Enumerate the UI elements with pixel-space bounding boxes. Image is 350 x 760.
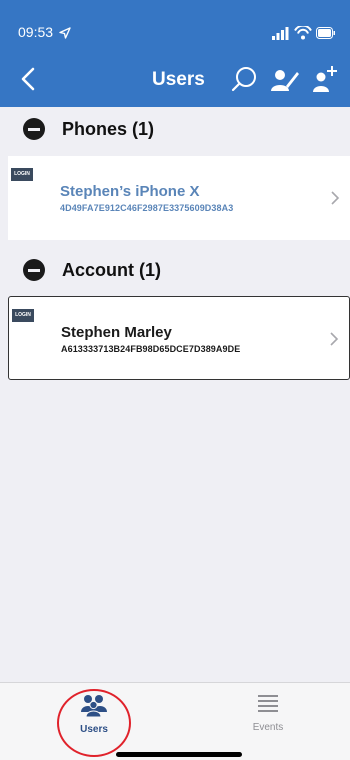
item-id: A613333713B24FB98D65DCE7D389A9DE <box>61 344 241 354</box>
section-label: Phones (1) <box>62 119 155 139</box>
wifi-icon <box>294 26 312 40</box>
tab-bar: Users Events <box>0 682 350 760</box>
collapse-minus-icon[interactable] <box>23 118 45 140</box>
login-badge: LOGIN <box>12 309 34 322</box>
status-icons <box>272 26 335 40</box>
app-header: 09:53 Users <box>0 0 350 107</box>
annotation-circle <box>57 689 131 757</box>
item-name: Stephen Marley <box>61 324 172 341</box>
chevron-right-icon <box>330 332 339 346</box>
page-title: Users <box>152 69 205 90</box>
chevron-right-icon <box>331 191 340 205</box>
status-bar: 09:53 <box>18 24 336 44</box>
nav-bar: Users <box>0 60 350 100</box>
signal-icon <box>272 27 289 40</box>
collapse-minus-icon[interactable] <box>23 259 45 281</box>
edit-user-icon[interactable] <box>270 64 300 94</box>
item-name: Stephen’s iPhone X <box>60 183 200 200</box>
tab-label: Events <box>252 722 284 733</box>
battery-icon <box>316 27 335 39</box>
add-user-icon[interactable] <box>312 64 342 94</box>
back-chevron-icon[interactable] <box>18 64 42 94</box>
section-account[interactable]: Account (1) <box>0 248 350 292</box>
list-icon <box>258 695 278 712</box>
item-id: 4D49FA7E912C46F2987E3375609D38A3 <box>60 203 234 213</box>
home-indicator <box>116 752 242 757</box>
search-icon[interactable] <box>229 64 259 94</box>
list-item-account[interactable]: LOGIN Stephen Marley A613333713B24FB98D6… <box>8 296 350 380</box>
location-arrow-icon <box>59 27 71 39</box>
list-item-phone[interactable]: LOGIN Stephen’s iPhone X 4D49FA7E912C46F… <box>8 156 350 240</box>
section-phones[interactable]: Phones (1) <box>0 107 350 151</box>
status-time: 09:53 <box>18 24 54 40</box>
section-label: Account (1) <box>62 260 161 280</box>
login-badge: LOGIN <box>11 168 33 181</box>
tab-events[interactable]: Events <box>228 693 308 733</box>
